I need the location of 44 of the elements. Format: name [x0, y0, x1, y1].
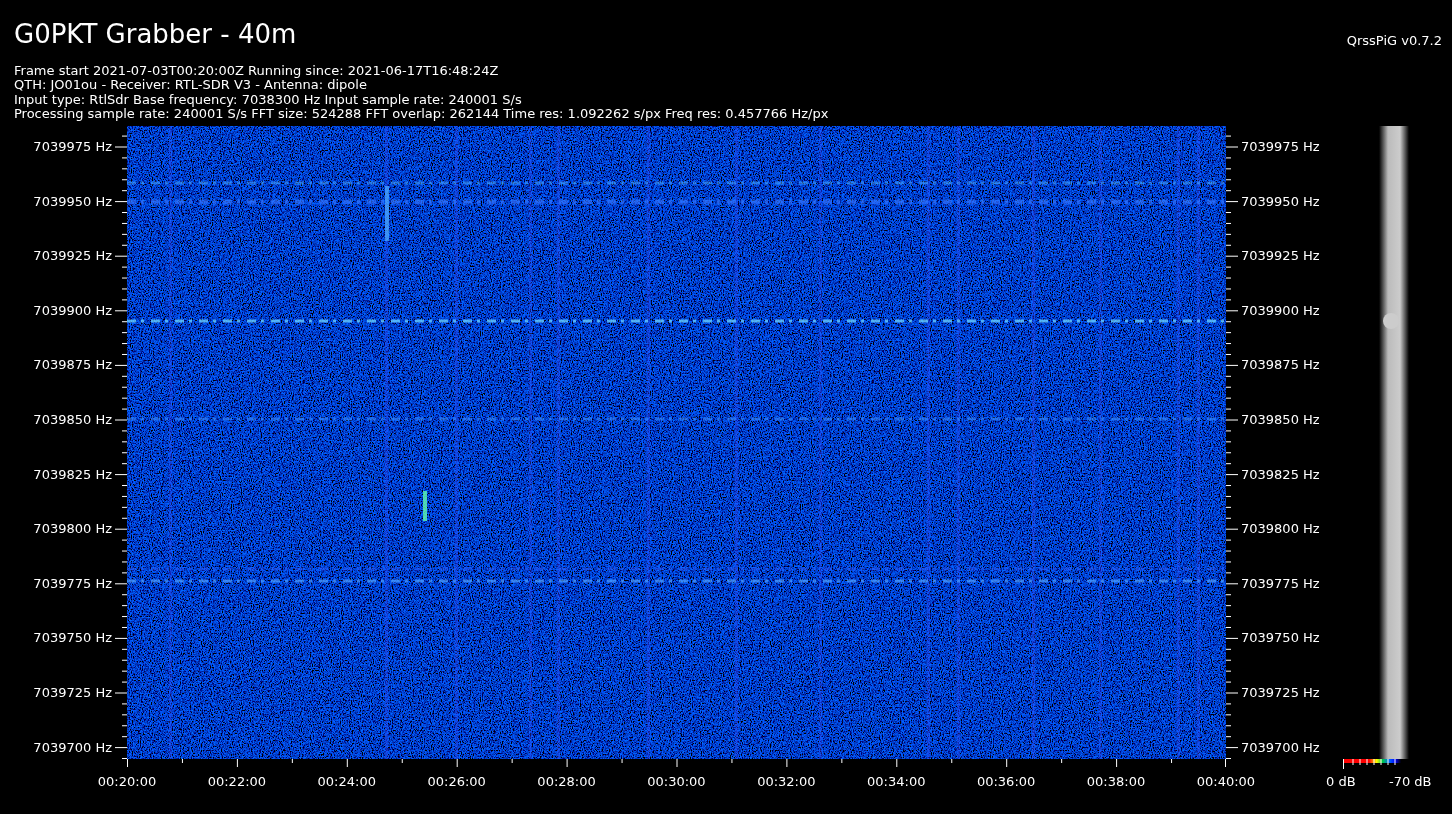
frequency-label: 7039925 Hz: [33, 248, 112, 265]
info-line: Processing sample rate: 240001 S/s FFT size: 524288 FFT overlap: 262144 Time res: 1.092262 s/px Freq res: 0.457766 Hz/px: [14, 106, 830, 122]
frequency-label: 7039725 Hz: [33, 685, 112, 701]
frequency-label: 7039950 Hz: [1241, 193, 1320, 210]
colorbar-scale: [1343, 759, 1401, 769]
frequency-label: 7039950 Hz: [33, 193, 112, 210]
frequency-label: 7039700 Hz: [33, 739, 112, 756]
frequency-label: 7039900 Hz: [1241, 302, 1320, 319]
time-label: 00:34:00: [866, 774, 927, 790]
info-line: QTH: JO01ou - Receiver: RTL-SDR V3 - Antenna: dipole: [14, 78, 368, 93]
time-label: 00:22:00: [206, 774, 268, 790]
frequency-label: 7039875 Hz: [33, 357, 112, 374]
frequency-label: 7039900 Hz: [33, 302, 112, 319]
frequency-label: 7039825 Hz: [33, 466, 112, 483]
time-label: 00:32:00: [756, 774, 817, 790]
time-label: 00:28:00: [536, 774, 597, 790]
frequency-label: 7039825 Hz: [1241, 466, 1320, 483]
frequency-label: 7039750 Hz: [1241, 630, 1320, 647]
legend-min-label: -70 dB: [1389, 774, 1432, 790]
legend-max-label: 0 dB: [1326, 774, 1356, 790]
frequency-label: 7039875 Hz: [1241, 357, 1320, 374]
time-label: 00:20:00: [96, 774, 158, 790]
time-label: 00:24:00: [316, 774, 377, 790]
chart-title: G0PKT Grabber - 40m: [14, 18, 297, 50]
info-line: Input type: RtlSdr Base frequency: 7038300 Hz Input sample rate: 240001 S/s: [14, 92, 523, 107]
time-label: 00:30:00: [646, 774, 707, 790]
frequency-label: 7039975 Hz: [1241, 139, 1320, 155]
frequency-label: 7039800 Hz: [1241, 521, 1320, 538]
frequency-label: 7039775 Hz: [1241, 575, 1320, 592]
version-label: QrssPiG v0.7.2: [1346, 33, 1442, 48]
frequency-label: 7039975 Hz: [33, 139, 112, 155]
frequency-label: 7039850 Hz: [1241, 412, 1320, 428]
time-label: 00:36:00: [975, 774, 1037, 790]
frequency-label: 7039725 Hz: [1241, 685, 1320, 701]
frequency-label: 7039750 Hz: [33, 630, 112, 647]
frequency-label: 7039925 Hz: [1241, 248, 1320, 265]
frequency-label: 7039850 Hz: [33, 412, 112, 428]
info-line: Frame start 2021-07-03T00:20:00Z Running since: 2021-06-17T16:48:24Z: [14, 64, 500, 79]
time-label: 00:38:00: [1085, 774, 1147, 790]
frequency-label: 7039800 Hz: [33, 521, 112, 538]
frequency-label: 7039700 Hz: [1241, 739, 1320, 756]
time-label: 00:26:00: [426, 774, 487, 790]
time-label: 00:40:00: [1195, 774, 1257, 790]
frequency-label: 7039775 Hz: [33, 575, 112, 592]
